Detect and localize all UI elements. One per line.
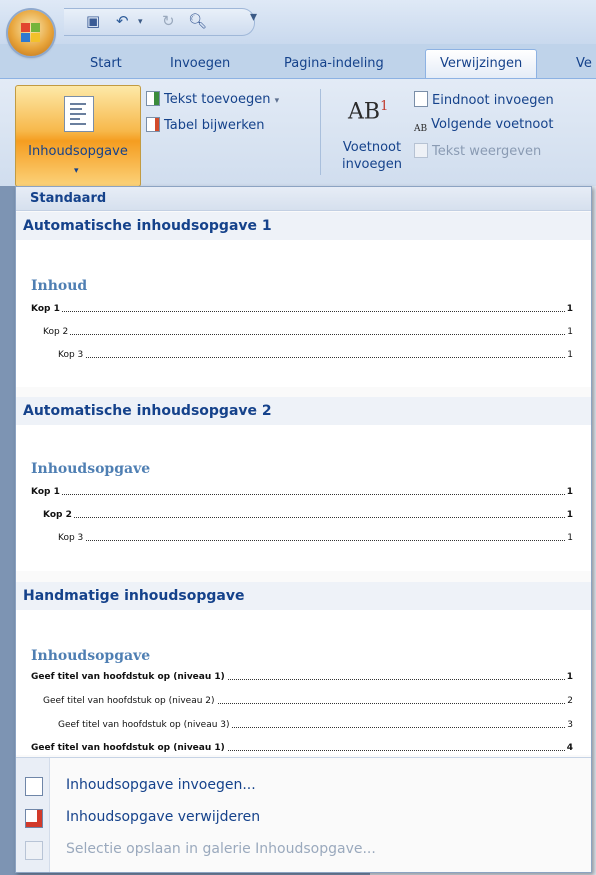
preview-heading: Inhoud <box>31 278 88 294</box>
remove-toc-label: Inhoudsopgave verwijderen <box>66 809 261 825</box>
toc-style-preview-auto-2[interactable]: Inhoudsopgave Kop 11 Kop 21 Kop 31 <box>16 425 591 571</box>
toc-entry: Kop 11 <box>31 485 573 499</box>
update-table-button[interactable]: Tabel bijwerken <box>146 117 265 133</box>
remove-toc-menu-item[interactable]: Inhoudsopgave verwijderen <box>16 804 591 831</box>
next-footnote-button[interactable]: AB Volgende voetnoot <box>414 117 553 140</box>
update-table-label: Tabel bijwerken <box>164 118 265 133</box>
preview-heading: Inhoudsopgave <box>31 648 151 664</box>
gallery-section-title: Automatische inhoudsopgave 2 <box>16 397 591 425</box>
toc-gallery-dropdown: Standaard Automatische inhoudsopgave 1 I… <box>15 186 592 873</box>
undo-dropdown-icon[interactable]: ▾ <box>138 17 143 27</box>
toc-entry: Kop 31 <box>58 531 573 545</box>
footnote-icon: AB1 <box>348 99 389 125</box>
document-icon <box>25 777 43 796</box>
show-notes-icon <box>414 143 428 158</box>
gallery-section-title: Automatische inhoudsopgave 1 <box>16 212 591 240</box>
insert-toc-label: Inhoudsopgave invoegen... <box>66 777 256 793</box>
toc-button-label: Inhoudsopgave <box>28 144 128 159</box>
toc-entry: Kop 21 <box>43 325 573 339</box>
update-table-icon <box>146 117 160 132</box>
toc-entry: Kop 31 <box>58 348 573 362</box>
toc-entry: Geef titel van hoofdstuk op (niveau 1) 1 <box>31 670 573 684</box>
insert-endnote-label: Eindnoot invoegen <box>432 93 554 108</box>
next-footnote-icon: AB <box>414 124 428 134</box>
customize-qat-icon[interactable]: ▾ <box>250 9 257 25</box>
quick-access-toolbar: ▣ ↶ ▾ ↻ 🔍︎ <box>64 8 255 36</box>
redo-icon: ↻ <box>162 12 175 30</box>
toc-entry: Kop 21 <box>43 508 573 522</box>
office-button[interactable] <box>8 10 54 56</box>
tab-verwijzingen[interactable]: Verwijzingen <box>425 49 538 78</box>
undo-icon[interactable]: ↶ <box>116 12 129 30</box>
gallery-category-header: Standaard <box>16 187 591 211</box>
chevron-down-icon: ▾ <box>74 166 79 176</box>
save-icon[interactable]: ▣ <box>86 12 100 30</box>
show-notes-button: Tekst weergeven <box>414 143 541 159</box>
print-preview-icon[interactable]: 🔍︎ <box>188 12 207 30</box>
tab-start[interactable]: Start <box>90 50 122 78</box>
gallery-section-title: Handmatige inhoudsopgave <box>16 582 591 610</box>
save-selection-menu-item: Selectie opslaan in galerie Inhoudsopgav… <box>16 836 591 863</box>
show-notes-label: Tekst weergeven <box>432 144 542 159</box>
add-text-label: Tekst toevoegen <box>164 92 271 107</box>
tab-ve[interactable]: Ve <box>576 50 592 78</box>
insert-footnote-label-1: Voetnoot <box>342 140 402 155</box>
ribbon-tabs: Start Invoegen Pagina-indeling Verwijzin… <box>0 44 596 78</box>
office-logo-icon <box>21 23 41 43</box>
toc-entry: Geef titel van hoofdstuk op (niveau 3) 3 <box>58 718 573 732</box>
insert-endnote-button[interactable]: Eindnoot invoegen <box>414 91 554 108</box>
toc-entry: Geef titel van hoofdstuk op (niveau 1) 4 <box>31 741 573 755</box>
toc-style-preview-manual[interactable]: Inhoudsopgave Geef titel van hoofdstuk o… <box>16 610 591 755</box>
add-text-button[interactable]: Tekst toevoegen ▾ <box>146 91 279 107</box>
insert-toc-menu-item[interactable]: Inhoudsopgave invoegen... <box>16 772 591 799</box>
toc-document-icon <box>64 96 94 132</box>
save-to-gallery-icon <box>25 841 43 860</box>
menu-divider <box>16 757 591 758</box>
endnote-icon <box>414 91 428 107</box>
preview-heading: Inhoudsopgave <box>31 461 151 477</box>
delete-document-icon <box>25 809 43 828</box>
save-selection-label: Selectie opslaan in galerie Inhoudsopgav… <box>66 841 376 857</box>
insert-footnote-label-2: invoegen <box>342 157 402 172</box>
tab-invoegen[interactable]: Invoegen <box>170 50 230 78</box>
group-divider <box>320 89 321 175</box>
toc-entry: Kop 11 <box>31 302 573 316</box>
next-footnote-label: Volgende voetnoot <box>431 117 554 132</box>
toc-style-preview-auto-1[interactable]: Inhoud Kop 11 Kop 21 Kop 31 <box>16 240 591 387</box>
toc-entry: Geef titel van hoofdstuk op (niveau 2) 2 <box>43 694 573 708</box>
insert-footnote-button[interactable]: Voetnoot invoegen <box>334 139 410 173</box>
tab-pagina-indeling[interactable]: Pagina-indeling <box>284 50 384 78</box>
add-text-icon <box>146 91 160 106</box>
ribbon: Inhoudsopgave ▾ Tekst toevoegen ▾ Tabel … <box>0 78 596 187</box>
toc-button[interactable]: Inhoudsopgave ▾ <box>15 85 141 187</box>
add-text-dropdown-icon: ▾ <box>274 96 280 106</box>
